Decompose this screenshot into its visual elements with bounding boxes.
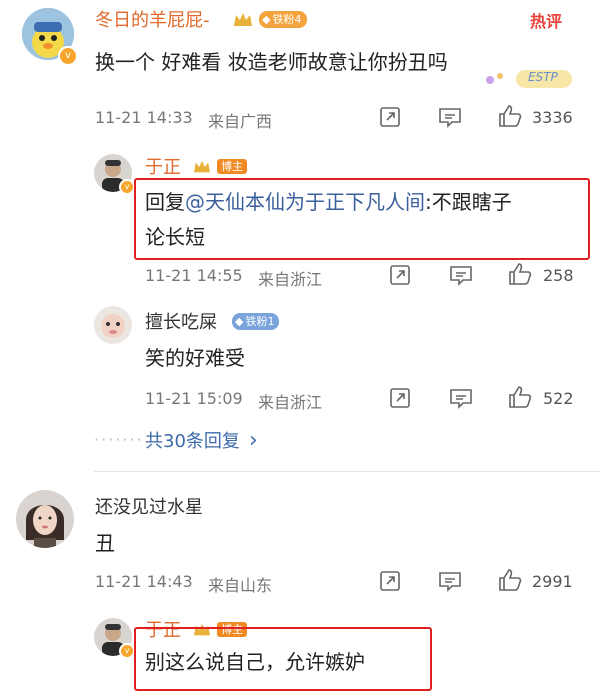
more-replies-link[interactable]: 共30条回复 › bbox=[145, 427, 258, 453]
comment-icon[interactable] bbox=[437, 105, 463, 129]
verified-badge-icon: v bbox=[58, 46, 78, 66]
decoration-label: ESTP bbox=[528, 70, 558, 84]
comment-location: 来自山东 bbox=[208, 576, 273, 595]
reply-username[interactable]: 于正 bbox=[145, 153, 181, 179]
share-icon[interactable] bbox=[378, 569, 402, 593]
comment-icon[interactable] bbox=[448, 263, 474, 287]
reply-prefix: 回复 bbox=[145, 190, 185, 214]
reply-text: :不跟瞎子 bbox=[425, 190, 512, 214]
avatar[interactable] bbox=[94, 306, 132, 344]
chevron-right-icon: › bbox=[249, 428, 258, 453]
reply-location: 来自浙江 bbox=[258, 270, 323, 289]
decoration-sticker: ESTP bbox=[482, 66, 578, 92]
comment-text: 丑 bbox=[95, 531, 115, 555]
verified-badge-icon: v bbox=[119, 643, 135, 659]
reply-text: 笑的好难受 bbox=[145, 346, 245, 370]
reply-text-line2: 论长短 bbox=[145, 225, 205, 249]
fan-badge-label: 铁粉1 bbox=[245, 315, 275, 328]
reply-timestamp: 11-21 15:09 bbox=[145, 389, 243, 408]
comment-location: 来自广西 bbox=[208, 112, 273, 131]
comment-username[interactable]: 冬日的羊屁屁- bbox=[95, 6, 210, 32]
share-icon[interactable] bbox=[378, 105, 402, 129]
host-badge-label: 博主 bbox=[217, 159, 248, 174]
like-icon[interactable] bbox=[497, 103, 523, 129]
comment-username[interactable]: 还没见过水星 bbox=[95, 493, 203, 519]
reply-text-line1: 回复@天仙本仙为于正下凡人间:不跟瞎子 bbox=[145, 186, 512, 215]
avatar[interactable] bbox=[16, 490, 74, 548]
hot-tag: 热评 bbox=[530, 12, 563, 31]
share-icon[interactable] bbox=[388, 263, 412, 287]
like-count: 3336 bbox=[532, 108, 573, 127]
fan-diamond-icon: ◆ bbox=[262, 13, 271, 26]
comment-timestamp: 11-21 14:43 bbox=[95, 572, 193, 591]
fan-badge: ◆ 铁粉4 bbox=[232, 9, 307, 29]
crown-icon bbox=[192, 159, 212, 175]
like-count: 2991 bbox=[532, 572, 573, 591]
reply-text: 别这么说自己，允许嫉妒 bbox=[145, 650, 365, 674]
comment-timestamp: 11-21 14:33 bbox=[95, 108, 193, 127]
reply-location: 来自浙江 bbox=[258, 393, 323, 412]
like-icon[interactable] bbox=[497, 567, 523, 593]
comment-text: 换一个 好难看 妆造老师故意让你扮丑吗 bbox=[95, 50, 448, 74]
mention-link[interactable]: @天仙本仙为于正下凡人间 bbox=[185, 190, 425, 214]
dotted-separator: ······· bbox=[94, 430, 144, 449]
like-icon[interactable] bbox=[507, 384, 533, 410]
like-icon[interactable] bbox=[507, 261, 533, 287]
comment-icon[interactable] bbox=[437, 569, 463, 593]
more-replies-label[interactable]: 共30条回复 bbox=[145, 431, 240, 452]
host-badge: 博主 bbox=[192, 156, 248, 175]
share-icon[interactable] bbox=[388, 386, 412, 410]
fan-badge-label: 铁粉4 bbox=[272, 13, 302, 26]
reply-username[interactable]: 擅长吃屎 bbox=[145, 308, 217, 334]
fan-badge: ◆ 铁粉1 bbox=[232, 310, 280, 330]
verified-badge-icon: v bbox=[119, 179, 135, 195]
reply-timestamp: 11-21 14:55 bbox=[145, 266, 243, 285]
like-count: 522 bbox=[543, 389, 574, 408]
crown-icon bbox=[232, 11, 254, 29]
fan-diamond-icon: ◆ bbox=[235, 315, 244, 328]
comment-icon[interactable] bbox=[448, 386, 474, 410]
like-count: 258 bbox=[543, 266, 574, 285]
comment-divider bbox=[94, 471, 600, 472]
